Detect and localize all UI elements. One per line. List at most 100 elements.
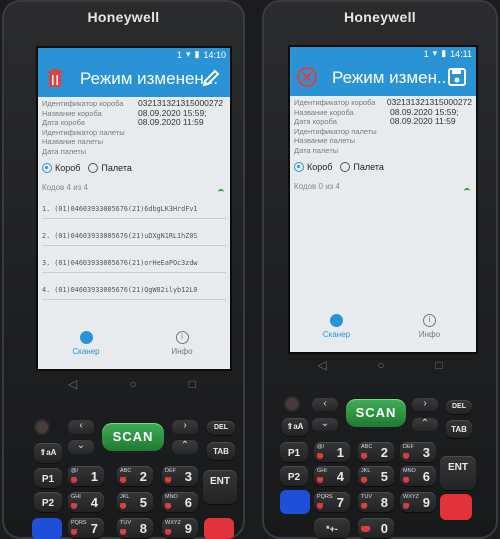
arrow-down-key[interactable]: ⌄	[68, 440, 94, 454]
arrow-up-key[interactable]: ⌃	[172, 440, 198, 454]
delete-icon[interactable]	[44, 67, 66, 89]
key-1[interactable]: @/ F1 1	[68, 466, 104, 486]
red-side-key[interactable]	[440, 494, 472, 520]
arrow-down-key[interactable]: ⌄	[312, 418, 338, 431]
key-2[interactable]: ABC F2 2	[358, 442, 394, 462]
arrow-left-key[interactable]: ‹	[312, 398, 338, 411]
tab-key[interactable]: TAB	[446, 420, 472, 438]
star-key[interactable]: *+-	[314, 518, 350, 538]
back-icon[interactable]: ◁	[68, 377, 77, 391]
key-letters: @/	[317, 444, 325, 450]
key-6[interactable]: MNO F6 6	[162, 492, 198, 512]
shift-label: ⇑aA	[286, 422, 304, 431]
nav-scanner[interactable]: Сканер	[290, 310, 383, 352]
key-digit: 8	[380, 495, 388, 510]
key-4[interactable]: GHI F4 4	[314, 466, 350, 486]
key-5[interactable]: JKL F5 5	[358, 466, 394, 486]
field-label: Название короба	[42, 108, 102, 118]
ent-key[interactable]: ENT	[203, 470, 237, 504]
key-letters: GHI	[317, 468, 327, 474]
radio-pallet[interactable]: Палета	[340, 162, 384, 172]
nav-info[interactable]: i Инфо	[134, 327, 230, 369]
p2-key[interactable]: P2	[280, 466, 308, 486]
radio-dot[interactable]	[340, 162, 351, 172]
key-3[interactable]: DEF F3 3	[400, 442, 436, 462]
arrow-left-key[interactable]: ‹	[68, 420, 94, 434]
tab-label: TAB	[451, 425, 467, 434]
home-icon[interactable]: ○	[377, 358, 384, 372]
radio-pallet[interactable]: Палета	[88, 163, 132, 173]
field-label: Дата палеты	[294, 145, 339, 155]
key-1[interactable]: @/ F1 1	[314, 442, 350, 462]
blue-side-key[interactable]	[32, 518, 62, 539]
shift-key[interactable]: ⇑aA	[282, 418, 308, 436]
field-label: Название короба	[294, 107, 354, 117]
save-icon[interactable]	[446, 66, 468, 88]
key-letters: WXYZ	[165, 520, 181, 526]
recents-icon[interactable]: □	[189, 377, 196, 391]
key-letters: DEF	[165, 468, 176, 474]
arrow-right-key[interactable]: ›	[412, 398, 438, 411]
del-key[interactable]: DEL	[446, 400, 472, 414]
radio-box[interactable]: Короб	[294, 162, 332, 172]
key-7[interactable]: PQRS F7 7	[68, 518, 104, 538]
key-fn: F1	[317, 453, 324, 459]
tab-key[interactable]: TAB	[207, 442, 235, 460]
arrow-right-key[interactable]: ›	[172, 420, 198, 434]
nav-scanner[interactable]: Сканер	[38, 327, 134, 369]
key-digit: 0	[380, 521, 388, 536]
key-letters: @/	[71, 468, 79, 474]
list-item[interactable]: 4. (01)04603933005676(21)QgW82ilyb12L0	[42, 286, 226, 300]
key-fn: F5	[361, 477, 368, 483]
red-side-key[interactable]	[204, 518, 234, 539]
battery-icon: ▮	[194, 49, 200, 59]
del-key[interactable]: DEL	[207, 421, 235, 435]
nav-info[interactable]: i Инфо	[383, 310, 476, 352]
p1-key[interactable]: P1	[34, 468, 62, 488]
key-9[interactable]: WXYZ F9 9	[162, 518, 198, 538]
nav-label: Инфо	[171, 347, 193, 356]
list-item[interactable]: 3. (01)04603933005676(21)orHeEaPOc3zdw	[42, 259, 226, 273]
list-item[interactable]: 1. (01)04603933005676(21)6dbgLK3HrdFv1	[42, 205, 226, 219]
key-8[interactable]: TUV F8 8	[358, 492, 394, 512]
recents-icon[interactable]: □	[435, 358, 442, 372]
p2-key[interactable]: P2	[34, 492, 62, 512]
key-7[interactable]: PQRS F7 7	[314, 492, 350, 512]
list-item[interactable]: 2. (01)04603933005676(21)uDXgN1RL1hZ0S	[42, 232, 226, 246]
nav-label: Сканер	[72, 347, 100, 356]
scan-button[interactable]: SCAN	[346, 399, 406, 427]
key-5[interactable]: JKL F5 5	[117, 492, 153, 512]
bottom-nav: Сканер i Инфо	[290, 310, 476, 352]
ent-label: ENT	[210, 476, 230, 487]
home-icon[interactable]: ○	[129, 377, 136, 391]
p1-key[interactable]: P1	[280, 442, 308, 462]
key-fn: F7	[71, 529, 78, 535]
edit-icon[interactable]	[200, 67, 222, 89]
cancel-icon[interactable]	[296, 66, 318, 88]
radio-box[interactable]: Короб	[42, 163, 80, 173]
p1-label: P1	[41, 474, 55, 485]
radio-dot[interactable]	[42, 163, 52, 173]
back-icon[interactable]: ◁	[317, 358, 326, 372]
scan-button[interactable]: SCAN	[102, 423, 164, 451]
power-button[interactable]	[284, 396, 300, 412]
key-2[interactable]: ABC F2 2	[117, 466, 153, 486]
key-9[interactable]: WXYZ F9 9	[400, 492, 436, 512]
shift-key[interactable]: ⇑aA	[34, 443, 62, 463]
ent-key[interactable]: ENT	[440, 456, 476, 490]
key-3[interactable]: DEF F3 3	[162, 466, 198, 486]
key-digit: 4	[90, 495, 98, 510]
key-0[interactable]: F10 0	[358, 518, 394, 538]
arrow-up-key[interactable]: ⌃	[412, 418, 438, 431]
radio-dot[interactable]	[88, 163, 99, 173]
blue-side-key[interactable]	[280, 490, 310, 514]
power-button[interactable]	[34, 419, 50, 435]
key-8[interactable]: TUV F8 8	[117, 518, 153, 538]
key-fn: F10	[361, 526, 371, 532]
key-4[interactable]: GHI F4 4	[68, 492, 104, 512]
sim-indicator: 1	[176, 49, 182, 60]
radio-dot[interactable]	[294, 162, 304, 172]
key-6[interactable]: MNO F6 6	[400, 466, 436, 486]
key-fn: F2	[120, 477, 127, 483]
tab-label: TAB	[213, 447, 229, 456]
